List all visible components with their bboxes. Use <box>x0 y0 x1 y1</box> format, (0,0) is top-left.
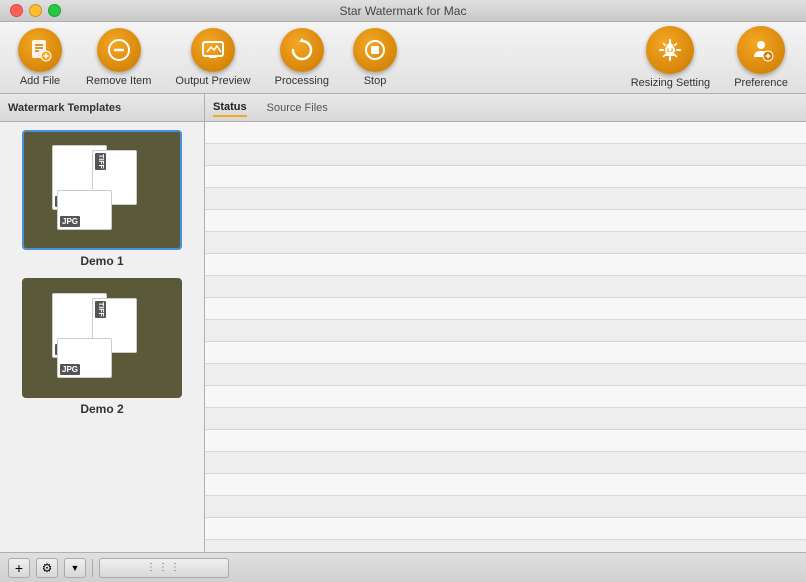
tiff-label: TIFF <box>95 153 106 170</box>
remove-item-label: Remove Item <box>86 75 151 87</box>
stripe-row <box>205 166 806 188</box>
tiff-label-2: TIFF <box>95 301 106 318</box>
template-thumb-inner-demo1: PNG TIFF JPG <box>52 145 152 235</box>
stop-label: Stop <box>364 75 387 87</box>
stripe-row <box>205 496 806 518</box>
stripe-row <box>205 342 806 364</box>
minimize-button[interactable] <box>29 4 42 17</box>
jpg-label-2: JPG <box>60 364 80 375</box>
toolbar-right: Resizing Setting Preference <box>621 20 798 95</box>
output-preview-icon <box>191 28 235 72</box>
remove-item-icon <box>97 28 141 72</box>
left-panel: Watermark Templates PNG TIFF <box>0 94 205 552</box>
templates-list: PNG TIFF JPG Demo 1 <box>0 122 204 552</box>
stripe-row <box>205 408 806 430</box>
stripe-row <box>205 474 806 496</box>
jpg-file-icon: JPG <box>57 190 112 230</box>
stripe-row <box>205 144 806 166</box>
jpg-label: JPG <box>60 216 80 227</box>
stripe-row <box>205 298 806 320</box>
stripe-row <box>205 320 806 342</box>
title-bar: Star Watermark for Mac <box>0 0 806 22</box>
stripe-row <box>205 188 806 210</box>
stripe-row <box>205 210 806 232</box>
processing-label: Processing <box>275 75 329 87</box>
templates-header: Watermark Templates <box>0 94 204 122</box>
resizing-setting-label: Resizing Setting <box>631 77 711 89</box>
right-panel: Status Source Files <box>205 94 806 552</box>
tab-status[interactable]: Status <box>213 99 247 117</box>
tabs-bar: Status Source Files <box>205 94 806 122</box>
add-file-icon <box>18 28 62 72</box>
template-thumb-demo2: PNG TIFF JPG <box>22 278 182 398</box>
stripe-row <box>205 232 806 254</box>
main-content: Watermark Templates PNG TIFF <box>0 94 806 552</box>
template-item-demo2[interactable]: PNG TIFF JPG Demo 2 <box>8 278 196 416</box>
remove-item-button[interactable]: Remove Item <box>76 22 161 93</box>
add-file-button[interactable]: Add File <box>8 22 72 93</box>
stripe-row <box>205 276 806 298</box>
stop-button[interactable]: Stop <box>343 22 407 93</box>
resize-handle[interactable]: ⋮⋮⋮ <box>99 558 229 578</box>
output-preview-button[interactable]: Output Preview <box>165 22 260 93</box>
stripe-row <box>205 254 806 276</box>
processing-button[interactable]: Processing <box>265 22 339 93</box>
stripe-row <box>205 452 806 474</box>
tab-source-files[interactable]: Source Files <box>267 100 328 116</box>
bottom-divider <box>92 559 93 577</box>
stripe-row <box>205 122 806 144</box>
close-button[interactable] <box>10 4 23 17</box>
jpg-file-icon-2: JPG <box>57 338 112 378</box>
stripe-row <box>205 540 806 552</box>
template-thumb-demo1: PNG TIFF JPG <box>22 130 182 250</box>
resizing-setting-icon <box>646 26 694 74</box>
chevron-button[interactable]: ▼ <box>64 558 86 578</box>
resize-dots: ⋮⋮⋮ <box>146 562 182 573</box>
bottom-bar: + ⚙ ▼ ⋮⋮⋮ <box>0 552 806 582</box>
output-preview-label: Output Preview <box>175 75 250 87</box>
template-item-demo1[interactable]: PNG TIFF JPG Demo 1 <box>8 130 196 268</box>
template-name-demo2: Demo 2 <box>80 402 123 416</box>
traffic-lights <box>10 4 61 17</box>
stripe-row <box>205 386 806 408</box>
resizing-setting-button[interactable]: Resizing Setting <box>621 20 721 95</box>
stripe-row <box>205 364 806 386</box>
stop-icon <box>353 28 397 72</box>
add-file-label: Add File <box>20 75 60 87</box>
processing-icon <box>280 28 324 72</box>
preference-button[interactable]: Preference <box>724 20 798 95</box>
settings-button[interactable]: ⚙ <box>36 558 58 578</box>
maximize-button[interactable] <box>48 4 61 17</box>
preference-label: Preference <box>734 77 788 89</box>
stripe-row <box>205 430 806 452</box>
striped-content <box>205 122 806 552</box>
template-name-demo1: Demo 1 <box>80 254 123 268</box>
preference-icon <box>737 26 785 74</box>
stripe-row <box>205 518 806 540</box>
window-title: Star Watermark for Mac <box>340 4 467 18</box>
template-thumb-inner-demo2: PNG TIFF JPG <box>52 293 152 383</box>
toolbar: Add File Remove Item Output Preview <box>0 22 806 94</box>
add-template-button[interactable]: + <box>8 558 30 578</box>
